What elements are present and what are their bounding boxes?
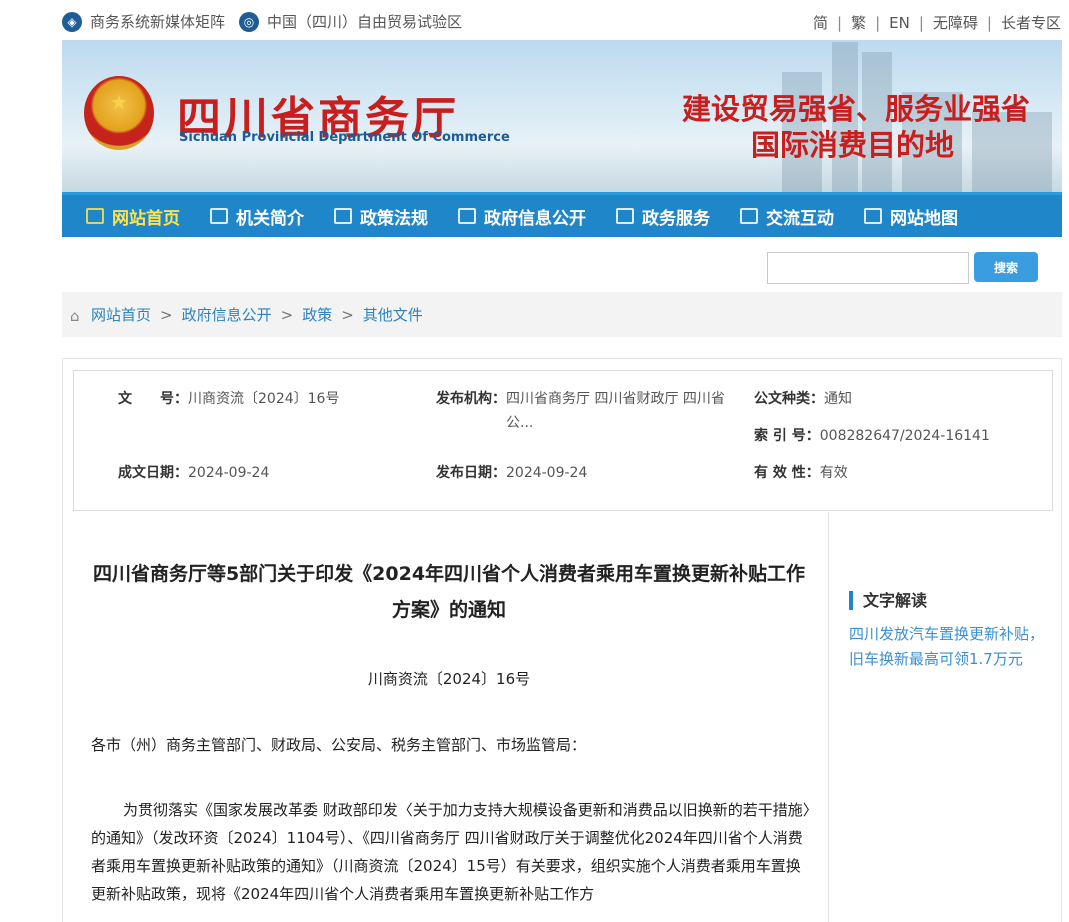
separator: | — [918, 13, 924, 32]
site-banner: ★ 四川省商务厅 Sichuan Provincial Department O… — [62, 40, 1062, 192]
nav-label: 政府信息公开 — [484, 208, 586, 229]
elderly-mode-link[interactable]: 长者专区 — [1001, 12, 1061, 33]
meta-label: 索 引 号： — [754, 428, 820, 444]
meta-value: 有效 — [819, 465, 848, 481]
main-nav: 网站首页 机关简介 政策法规 政府信息公开 政务服务 交流互动 网站地图 — [62, 192, 1062, 237]
separator: | — [875, 13, 881, 32]
meta-type: 公文种类： 通知 — [754, 387, 852, 411]
nav-item-services[interactable]: 政务服务 — [616, 204, 710, 229]
chat-icon — [740, 208, 758, 224]
nav-item-interaction[interactable]: 交流互动 — [740, 204, 834, 229]
meta-value: 通知 — [824, 391, 852, 407]
meta-value: 2024-09-24 — [506, 465, 588, 481]
meta-publisher: 发布机构： 四川省商务厅 四川省财政厅 四川省公... — [436, 387, 736, 435]
nav-label: 政策法规 — [360, 208, 428, 229]
article-addressee: 各市（州）商务主管部门、财政局、公安局、税务主管部门、市场监管局： — [91, 736, 587, 754]
breadcrumb-policy[interactable]: 政策 — [302, 304, 332, 325]
meta-label: 文 号： — [118, 391, 188, 407]
breadcrumb-home[interactable]: 网站首页 — [91, 304, 151, 325]
breadcrumb-separator: > — [341, 305, 354, 324]
breadcrumb-public-info[interactable]: 政府信息公开 — [182, 304, 272, 325]
nav-item-about[interactable]: 机关简介 — [210, 204, 304, 229]
search-button[interactable]: 搜索 — [974, 252, 1038, 282]
nav-item-policies[interactable]: 政策法规 — [334, 204, 428, 229]
free-trade-zone-link[interactable]: ◎ 中国（四川）自由贸易试验区 — [239, 11, 462, 32]
free-trade-zone-label: 中国（四川）自由贸易试验区 — [267, 13, 463, 31]
new-media-label: 商务系统新媒体矩阵 — [90, 13, 226, 31]
nav-item-home[interactable]: 网站首页 — [86, 204, 180, 229]
meta-created-date: 成文日期： 2024-09-24 — [118, 461, 269, 485]
article-body: 为贯彻落实《国家发展改革委 财政部印发〈关于加力支持大规模设备更新和消费品以旧换… — [91, 801, 811, 903]
meta-doc-no: 文 号： 川商资流〔2024〕16号 — [118, 387, 339, 411]
top-links: ◈ 商务系统新媒体矩阵 ◎ 中国（四川）自由贸易试验区 — [62, 11, 476, 32]
nav-item-public-info[interactable]: 政府信息公开 — [458, 204, 586, 229]
meta-value: 四川省商务厅 四川省财政厅 四川省公... — [506, 391, 725, 431]
site-title-english: Sichuan Provincial Department Of Commerc… — [179, 130, 510, 145]
breadcrumb: ⌂ 网站首页 > 政府信息公开 > 政策 > 其他文件 — [62, 292, 1062, 337]
globe-icon: ◎ — [239, 11, 260, 32]
breadcrumb-separator: > — [280, 305, 294, 324]
breadcrumb-separator: > — [160, 305, 173, 324]
meta-label: 公文种类： — [754, 391, 824, 407]
meta-label: 有 效 性： — [754, 465, 820, 481]
nav-label: 机关简介 — [236, 208, 304, 229]
slogan-line-2: 国际消费目的地 — [750, 128, 954, 162]
separator: | — [986, 13, 992, 32]
meta-label: 发布日期： — [436, 465, 506, 481]
search-input[interactable] — [767, 252, 969, 284]
breadcrumb-other-docs[interactable]: 其他文件 — [363, 304, 423, 325]
column-divider — [828, 512, 829, 922]
meta-value: 2024-09-24 — [188, 465, 270, 481]
traditional-link[interactable]: 繁 — [851, 12, 866, 33]
book-icon — [334, 208, 352, 224]
home-icon: ⌂ — [70, 307, 80, 325]
meta-value: 川商资流〔2024〕16号 — [188, 391, 340, 407]
list-icon — [210, 208, 228, 224]
separator: | — [837, 13, 843, 32]
meta-index: 索 引 号： 008282647/2024-16141 — [754, 424, 990, 448]
new-media-icon: ◈ — [62, 11, 82, 32]
home-icon — [86, 208, 104, 224]
document-metadata-table: 文 号： 川商资流〔2024〕16号 发布机构： 四川省商务厅 四川省财政厅 四… — [73, 370, 1053, 511]
national-emblem-logo[interactable]: ★ — [84, 76, 154, 150]
nav-label: 网站地图 — [890, 208, 958, 229]
meta-validity: 有 效 性： 有效 — [754, 461, 848, 485]
document-icon — [458, 208, 476, 224]
article-title: 四川省商务厅等5部门关于印发《2024年四川省个人消费者乘用车置换更新补贴工作方… — [92, 563, 806, 621]
meta-label: 成文日期： — [118, 465, 188, 481]
meta-value: 008282647/2024-16141 — [819, 428, 990, 444]
nav-item-sitemap[interactable]: 网站地图 — [864, 204, 958, 229]
language-links: 简 | 繁 | EN | 无障碍 | 长者专区 — [813, 12, 1061, 33]
simplified-link[interactable]: 简 — [813, 12, 828, 33]
map-icon — [864, 208, 882, 224]
nav-label: 政务服务 — [642, 208, 710, 229]
interpretation-link[interactable]: 四川发放汽车置换更新补贴，旧车换新最高可领1.7万元 — [849, 622, 1049, 671]
nav-label: 交流互动 — [766, 208, 834, 229]
meta-published-date: 发布日期： 2024-09-24 — [436, 461, 587, 485]
monitor-icon — [616, 208, 634, 224]
new-media-link[interactable]: ◈ 商务系统新媒体矩阵 — [62, 11, 225, 32]
english-link[interactable]: EN — [889, 14, 910, 32]
nav-label: 网站首页 — [112, 208, 180, 229]
star-icon: ★ — [110, 90, 128, 114]
accessibility-link[interactable]: 无障碍 — [933, 12, 978, 33]
interpretation-heading: 文字解读 — [849, 591, 927, 610]
article-doc-number: 川商资流〔2024〕16号 — [367, 670, 531, 688]
meta-label: 发布机构： — [436, 391, 506, 407]
top-utility-bar: ◈ 商务系统新媒体矩阵 ◎ 中国（四川）自由贸易试验区 简 | 繁 | EN |… — [0, 0, 1069, 40]
